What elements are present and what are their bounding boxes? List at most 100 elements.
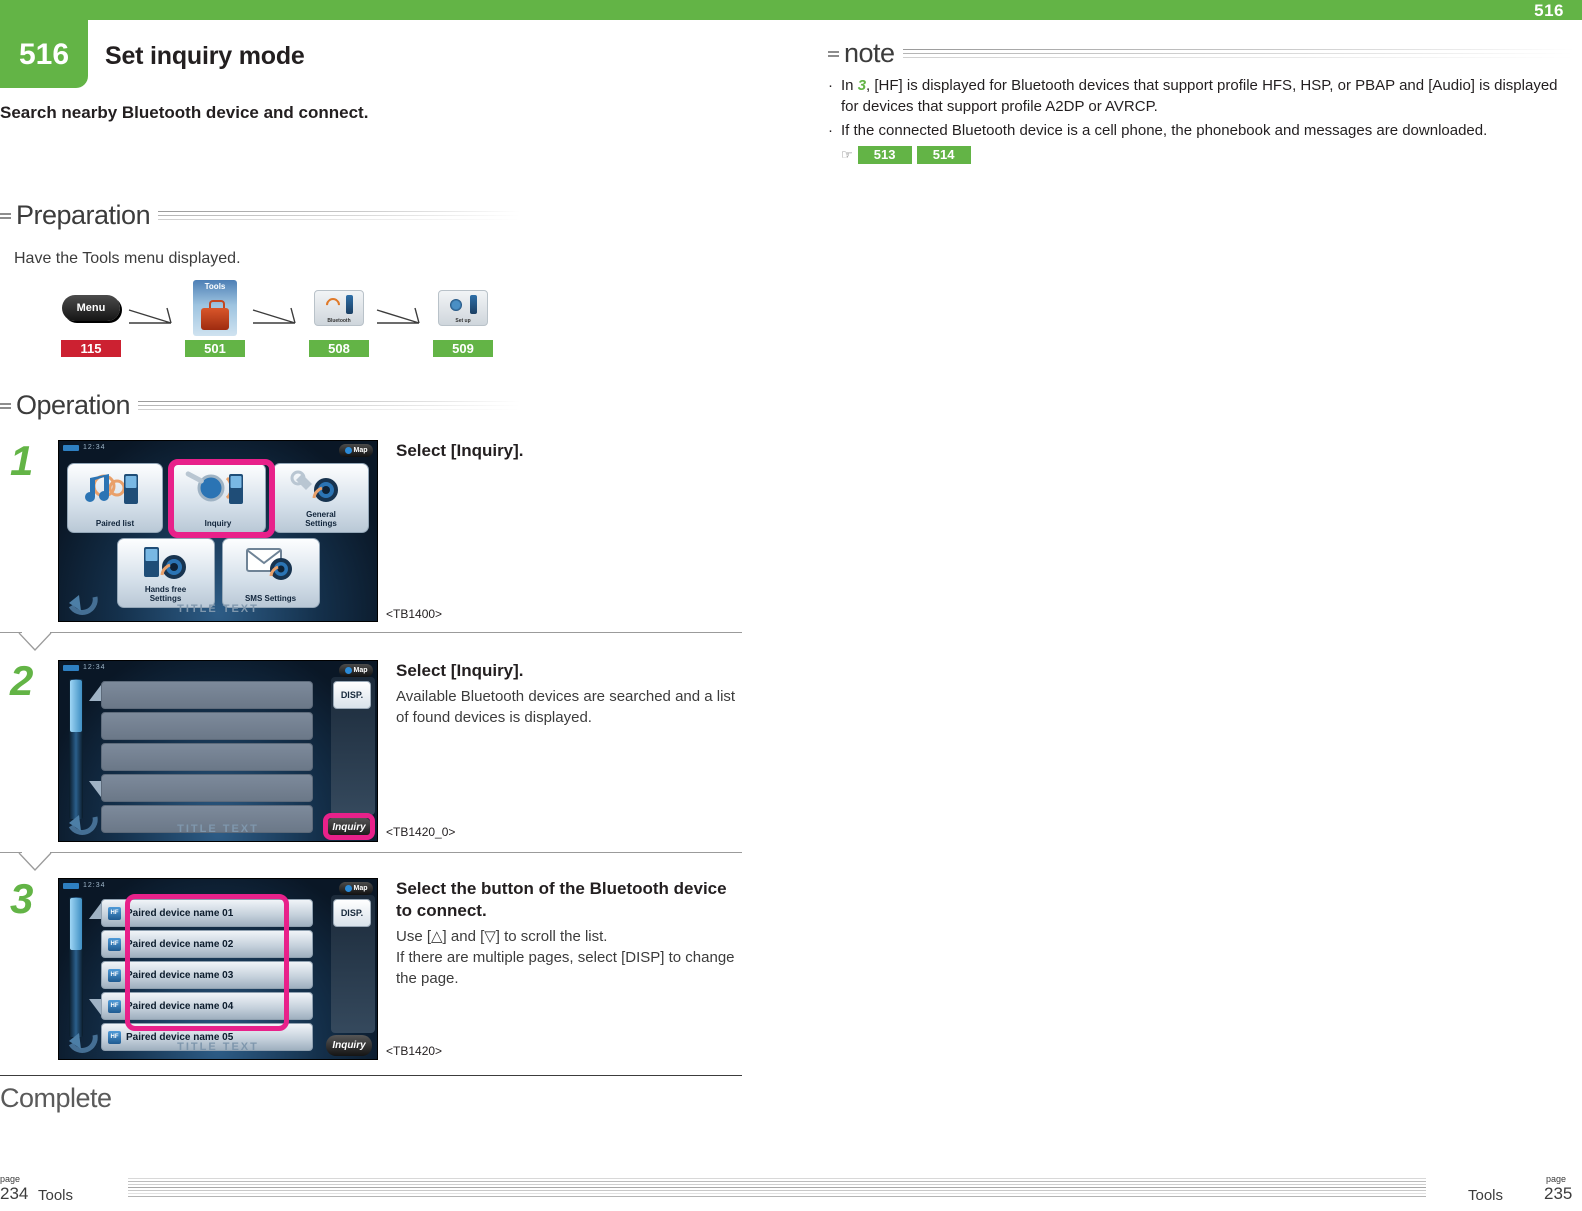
step-number-3: 3 — [10, 875, 34, 922]
scrollbar-track[interactable] — [69, 679, 83, 819]
menu-button-paired-list[interactable]: Paired list — [67, 463, 163, 533]
note-item: · If the connected Bluetooth device is a… — [828, 120, 1574, 165]
hf-profile-icon: HF — [108, 999, 121, 1013]
wrench-gear-icon — [274, 470, 368, 506]
top-page-number: 516 — [1534, 1, 1564, 20]
flow-item-tools: Tools 501 — [179, 280, 251, 357]
menu-button-sms-settings[interactable]: SMS Settings — [221, 538, 320, 608]
step-3-code: <TB1420> — [386, 1044, 443, 1058]
menu-button-label: Paired list — [95, 519, 135, 528]
menu-button-general-settings[interactable]: General Settings — [273, 463, 369, 533]
clock-label: 12:34 — [83, 664, 106, 671]
footer-right-page-number: 235 — [1544, 1184, 1573, 1203]
page-ref-badge-513[interactable]: 513 — [857, 145, 912, 164]
paired-device-list: HF Paired device name 01 HF Paired devic… — [101, 899, 313, 1054]
bluetooth-icon: Bluetooth — [314, 282, 364, 334]
section-rule — [902, 47, 1574, 61]
footer-left-chapter: Tools — [38, 1187, 74, 1204]
operation-step-2: 2 12:34 Map DISP. Inquiry TITLE TEXT Sel… — [0, 660, 742, 845]
step-2-code: <TB1420_0> — [386, 825, 456, 839]
battery-icon — [63, 444, 79, 451]
preparation-text: Have the Tools menu displayed. — [14, 250, 241, 267]
pointing-hand-icon: ☞ — [841, 147, 853, 162]
operation-section-header: Operation — [0, 392, 520, 419]
scrollbar-thumb[interactable] — [70, 680, 82, 732]
list-item[interactable]: HF Paired device name 04 — [101, 992, 313, 1020]
battery-icon — [63, 664, 79, 671]
map-button[interactable]: Map — [339, 882, 373, 895]
bullet-icon: · — [828, 77, 833, 94]
flow-badge-509[interactable]: 509 — [433, 340, 493, 357]
note-items: · In 3, [HF] is displayed for Bluetooth … — [828, 75, 1574, 165]
step-2-body: Select [Inquiry]. Available Bluetooth de… — [396, 660, 742, 728]
device-name: Paired device name 02 — [126, 938, 234, 950]
menu-button-hands-free-settings[interactable]: Hands free Settings — [116, 538, 215, 608]
flow-item-setup: Set up 509 — [427, 282, 499, 357]
top-green-bar: 516 — [0, 0, 1582, 20]
footer-rule-bars — [128, 1178, 1426, 1200]
list-item[interactable] — [101, 681, 313, 709]
page-reference-line: ☞ 513 514 — [841, 144, 1574, 165]
note-item: · In 3, [HF] is displayed for Bluetooth … — [828, 75, 1574, 117]
footer-right-page-label: page — [1546, 1174, 1567, 1184]
flow-badge-501[interactable]: 501 — [185, 340, 245, 357]
menu-icon: Menu — [62, 282, 120, 334]
chapter-number: 516 — [18, 38, 70, 71]
device-list — [101, 681, 313, 836]
screen-title-text: TITLE TEXT — [177, 1041, 259, 1053]
flow-arrow-2 — [251, 282, 303, 348]
status-bar: 12:34 — [63, 444, 106, 451]
step-number-1: 1 — [10, 437, 34, 484]
section-rule — [138, 399, 520, 413]
list-item[interactable] — [101, 712, 313, 740]
operation-heading: Operation — [16, 390, 131, 420]
preparation-heading: Preparation — [16, 200, 151, 230]
battery-icon — [63, 882, 79, 889]
page-lead-text: Search nearby Bluetooth device and conne… — [0, 103, 369, 122]
map-button[interactable]: Map — [339, 664, 373, 677]
menu-button-label: Hands free Settings — [144, 585, 187, 603]
complete-label: Complete — [0, 1083, 112, 1113]
step-3-body: Select the button of the Bluetooth devic… — [396, 878, 742, 989]
list-item[interactable]: HF Paired device name 01 — [101, 899, 313, 927]
menu-button-inquiry[interactable]: Inquiry — [170, 463, 266, 533]
scrollbar-track[interactable] — [69, 897, 83, 1037]
scrollbar-thumb[interactable] — [70, 898, 82, 950]
envelope-gear-icon — [223, 545, 319, 581]
screen-title-text: TITLE TEXT — [177, 823, 259, 835]
map-dot-icon — [344, 447, 352, 454]
phone-gear-icon — [118, 545, 214, 581]
footer-right-chapter: Tools — [1468, 1187, 1504, 1204]
flow-item-bluetooth: Bluetooth 508 — [303, 282, 375, 357]
step-number-2: 2 — [10, 657, 34, 704]
section-rule — [158, 209, 520, 223]
setup-icon: Set up — [438, 282, 488, 334]
flow-badge-508[interactable]: 508 — [309, 340, 369, 357]
step-reference: 3 — [857, 77, 867, 94]
list-item[interactable]: HF Paired device name 02 — [101, 930, 313, 958]
chapter-number-tab: 516 — [0, 20, 88, 88]
footer-left-page-label: page — [0, 1174, 21, 1184]
disp-button[interactable]: DISP. — [333, 681, 371, 709]
step-1-code: <TB1400> — [386, 607, 443, 621]
step-3-title: Select the button of the Bluetooth devic… — [396, 879, 727, 920]
complete-divider — [0, 1075, 742, 1076]
status-bar: 12:34 — [63, 882, 106, 889]
tools-icon: Tools — [193, 280, 237, 336]
page-ref-badge-514[interactable]: 514 — [916, 145, 971, 164]
section-bars-icon — [0, 211, 11, 221]
hf-profile-icon: HF — [108, 968, 121, 982]
disp-button[interactable]: DISP. — [333, 899, 371, 927]
preparation-section-header: Preparation — [0, 202, 520, 229]
step-divider-2 — [0, 852, 742, 874]
flow-badge-115[interactable]: 115 — [61, 340, 121, 357]
footer-left-page-number: 234 — [0, 1184, 29, 1203]
step-2-screenshot: 12:34 Map DISP. Inquiry TITLE TEXT — [58, 660, 378, 842]
list-item[interactable] — [101, 774, 313, 802]
list-item[interactable] — [101, 743, 313, 771]
note-section-header: note — [828, 40, 1574, 67]
list-item[interactable]: HF Paired device name 03 — [101, 961, 313, 989]
map-button[interactable]: Map — [339, 444, 373, 457]
magnifier-phone-icon — [171, 470, 265, 506]
bullet-icon: · — [828, 122, 833, 139]
